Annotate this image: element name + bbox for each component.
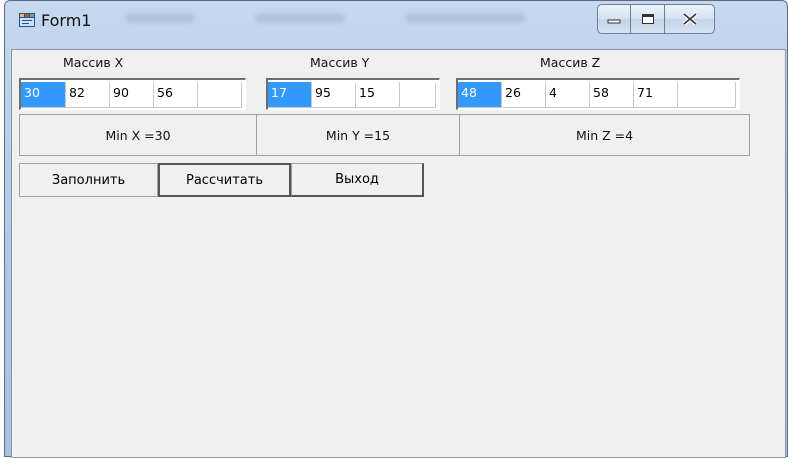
array-z-grid[interactable]: 48 26 4 58 71 bbox=[456, 78, 740, 110]
grid-cell[interactable]: 26 bbox=[502, 82, 546, 108]
calculate-button[interactable]: Рассчитать bbox=[158, 163, 291, 197]
grid-cell[interactable] bbox=[678, 82, 736, 108]
blurred-background bbox=[255, 13, 345, 23]
exit-button[interactable]: Выход bbox=[291, 163, 424, 197]
grid-cell[interactable]: 90 bbox=[110, 82, 154, 108]
maximize-icon bbox=[631, 5, 664, 33]
min-y-panel: Min Y =15 bbox=[256, 114, 460, 156]
grid-cell[interactable]: 4 bbox=[546, 82, 590, 108]
grid-cell[interactable] bbox=[198, 82, 242, 108]
minimize-button[interactable] bbox=[597, 4, 631, 34]
grid-cell[interactable]: 56 bbox=[154, 82, 198, 108]
grid-cell[interactable] bbox=[400, 82, 436, 108]
minimize-icon bbox=[598, 5, 630, 33]
title-bar[interactable]: Form1 bbox=[5, 1, 787, 49]
min-x-value: Min X =30 bbox=[105, 127, 171, 143]
grid-cell[interactable]: 95 bbox=[312, 82, 356, 108]
grid-cell[interactable]: 48 bbox=[458, 82, 502, 108]
array-y-label: Массив Y bbox=[310, 55, 370, 70]
grid-cell[interactable]: 15 bbox=[356, 82, 400, 108]
min-z-panel: Min Z =4 bbox=[459, 114, 750, 156]
min-y-value: Min Y =15 bbox=[325, 127, 391, 143]
array-y-grid[interactable]: 17 95 15 bbox=[266, 78, 440, 110]
app-icon bbox=[19, 13, 35, 27]
window-title: Form1 bbox=[41, 11, 92, 30]
blurred-background bbox=[405, 13, 525, 23]
grid-cell[interactable]: 17 bbox=[268, 82, 312, 108]
form-client-area: Массив X Массив Y Массив Z 30 82 90 56 1… bbox=[11, 49, 786, 458]
maximize-button[interactable] bbox=[631, 4, 665, 34]
grid-cell[interactable]: 71 bbox=[634, 82, 678, 108]
close-button[interactable] bbox=[665, 4, 715, 34]
array-z-label: Массив Z bbox=[540, 55, 601, 70]
min-z-value: Min Z =4 bbox=[575, 127, 634, 143]
grid-cell[interactable]: 30 bbox=[21, 82, 66, 108]
close-icon bbox=[665, 5, 714, 33]
blurred-background bbox=[125, 13, 195, 23]
array-x-label: Массив X bbox=[63, 55, 124, 70]
app-window: Form1 Массив X Массив Y Массив Z 30 82 9… bbox=[4, 0, 788, 458]
array-x-grid[interactable]: 30 82 90 56 bbox=[19, 78, 246, 110]
grid-cell[interactable]: 58 bbox=[590, 82, 634, 108]
grid-cell[interactable]: 82 bbox=[66, 82, 110, 108]
fill-button[interactable]: Заполнить bbox=[19, 163, 158, 197]
min-x-panel: Min X =30 bbox=[19, 114, 257, 156]
